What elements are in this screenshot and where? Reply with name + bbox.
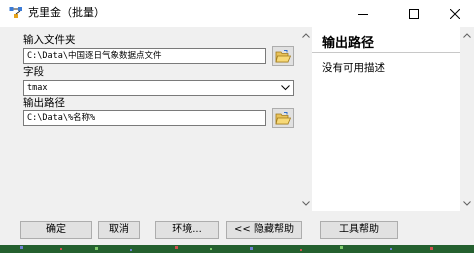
output-path-field[interactable]: C:\Data\%名称% (23, 110, 266, 126)
parameters-panel: 输入文件夹 C:\Data\中国逐日气象数据点文件 字段 tmax 输出路径 C… (8, 27, 314, 211)
hide-help-button[interactable]: << 隐藏帮助 (226, 221, 302, 239)
minimize-button[interactable] (346, 0, 380, 27)
minimize-icon (358, 13, 368, 15)
maximize-button[interactable] (397, 0, 431, 27)
tool-help-button[interactable]: 工具帮助 (320, 221, 398, 239)
help-title: 输出路径 (322, 36, 375, 51)
field-label: 字段 (23, 66, 44, 78)
title-bar: 克里金（批量） (0, 0, 474, 27)
open-folder-icon (275, 49, 291, 62)
chevron-up-icon (463, 32, 471, 38)
help-scroll-down-button[interactable] (460, 195, 474, 211)
field-select[interactable]: tmax (23, 80, 294, 96)
close-icon (450, 8, 460, 19)
browse-output-path-button[interactable] (272, 108, 294, 128)
close-button[interactable] (438, 0, 472, 27)
field-select-value: tmax (27, 83, 48, 93)
output-path-label: 输出路径 (23, 97, 65, 109)
environments-button[interactable]: 环境... (155, 221, 219, 239)
chevron-up-icon (302, 32, 310, 38)
chevron-down-icon (302, 200, 310, 206)
help-divider (312, 52, 460, 53)
chevron-down-icon (281, 85, 290, 91)
map-dots-decoration (0, 245, 474, 253)
browse-input-folder-button[interactable] (272, 46, 294, 66)
help-description: 没有可用描述 (322, 62, 385, 74)
tool-dialog-window: 克里金（批量） 输入文件夹 C:\Data\中国逐日气象数据点文件 字段 tma… (0, 0, 474, 253)
model-tool-icon (9, 7, 22, 18)
input-folder-label: 输入文件夹 (23, 34, 76, 46)
maximize-icon (409, 8, 419, 19)
help-scroll-up-button[interactable] (460, 27, 474, 43)
open-folder-icon (275, 111, 291, 124)
button-bar: 确定 取消 环境... << 隐藏帮助 工具帮助 (0, 211, 474, 245)
help-panel: 输出路径 没有可用描述 (312, 27, 460, 211)
cancel-button[interactable]: 取消 (98, 221, 140, 239)
chevron-down-icon (463, 200, 471, 206)
ok-button[interactable]: 确定 (20, 221, 92, 239)
help-scrollbar[interactable] (460, 27, 474, 211)
window-title: 克里金（批量） (28, 6, 105, 19)
input-folder-field[interactable]: C:\Data\中国逐日气象数据点文件 (23, 48, 266, 64)
background-map-strip (0, 245, 474, 253)
